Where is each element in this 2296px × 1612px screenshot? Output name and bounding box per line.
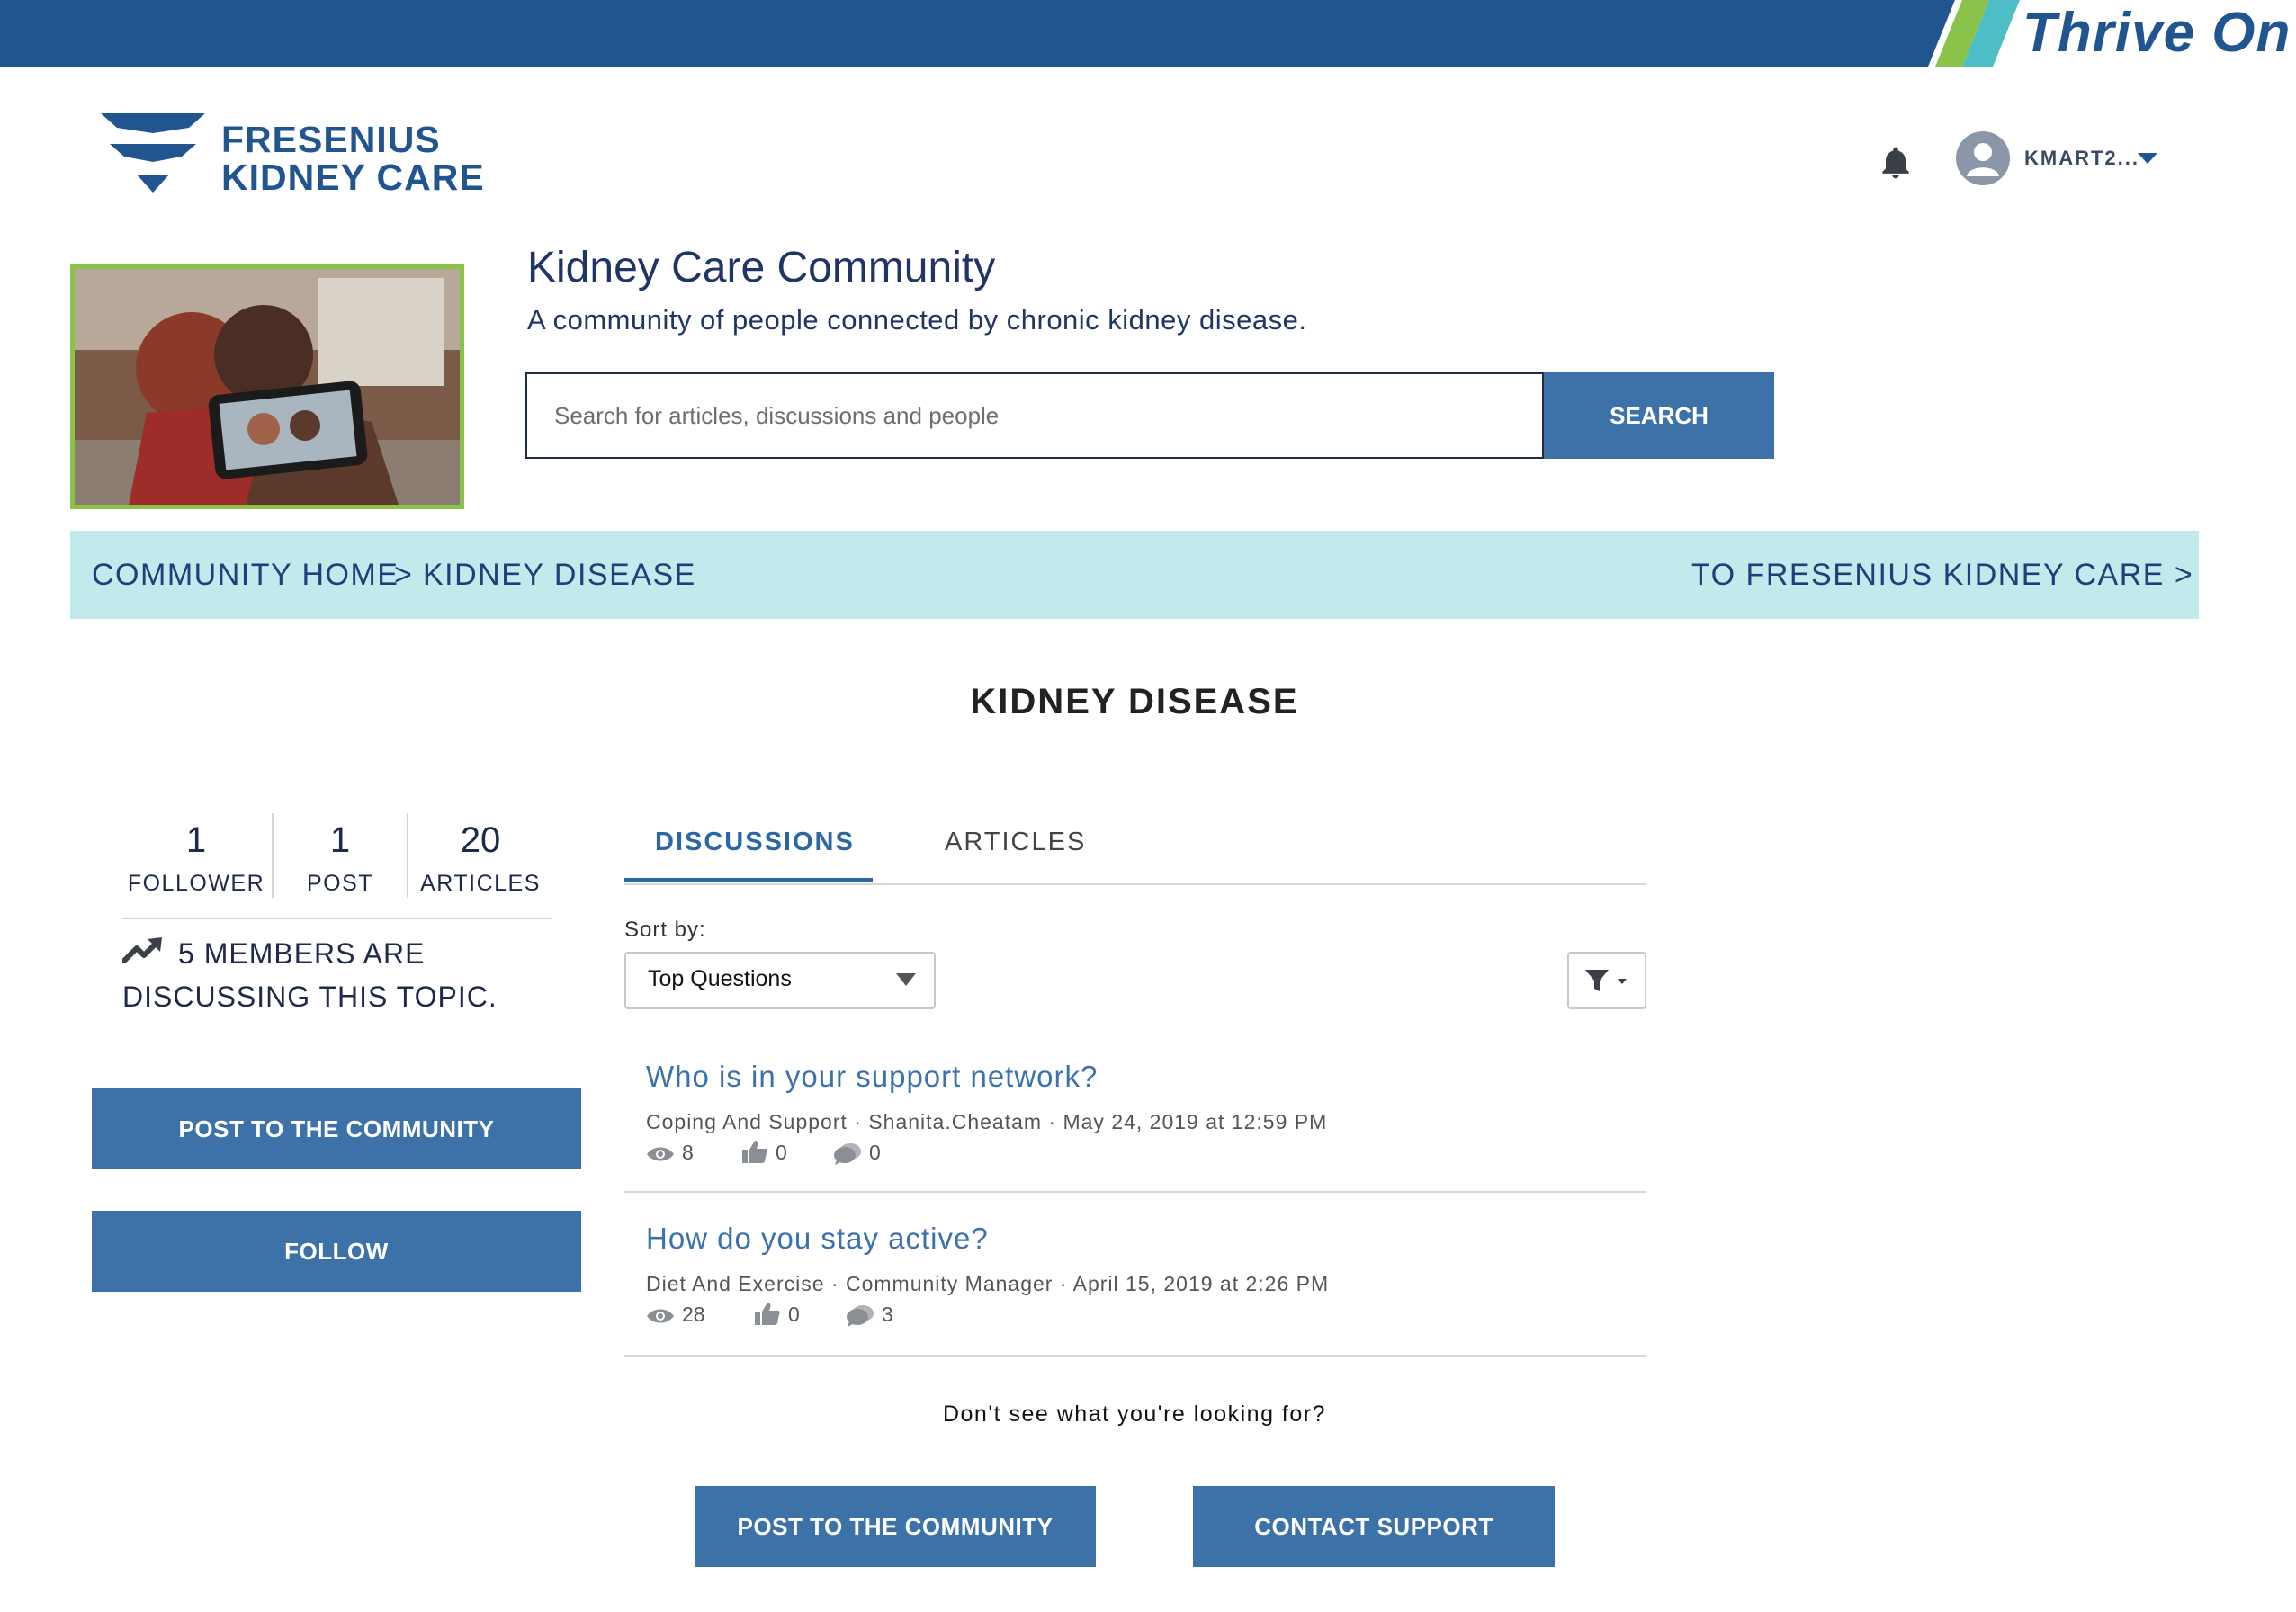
post-label: POST <box>306 871 374 896</box>
post-count: 1 <box>329 820 351 860</box>
page-title: Kidney Care Community <box>527 244 996 291</box>
articles-count: 20 <box>460 820 501 860</box>
stats-divider <box>122 918 552 919</box>
filter-chevron-down-icon <box>1618 979 1627 984</box>
replies-speech-bubble-icon <box>833 1142 862 1170</box>
active-tab-indicator <box>624 878 873 882</box>
thrive-on-tagline: Thrive On <box>2022 2 2292 64</box>
tabs-divider <box>624 883 1646 885</box>
notifications-bell-icon[interactable] <box>1876 142 1915 186</box>
stat-divider <box>407 813 408 898</box>
fresenius-logo-icon[interactable] <box>97 110 209 201</box>
username-label[interactable]: KMART2... <box>2024 147 2139 170</box>
views-eye-icon <box>646 1306 675 1330</box>
likes-count: 0 <box>788 1303 800 1326</box>
discussion-meta: Diet And Exercise · Community Manager · … <box>646 1272 1330 1295</box>
page-subtitle: A community of people connected by chron… <box>527 304 1307 336</box>
tab-discussions[interactable]: DISCUSSIONS <box>655 828 855 857</box>
breadcrumb-home-link[interactable]: COMMUNITY HOME <box>92 531 399 619</box>
help-prompt-text: Don't see what you're looking for? <box>942 1402 1327 1427</box>
discussion-divider <box>624 1191 1646 1193</box>
articles-label: ARTICLES <box>420 871 541 896</box>
breadcrumb-separator: > <box>394 558 414 592</box>
post-to-community-button[interactable]: POST TO THE COMMUNITY <box>92 1088 581 1169</box>
post-to-community-button-bottom[interactable]: POST TO THE COMMUNITY <box>695 1486 1096 1567</box>
replies-count: 0 <box>869 1141 881 1164</box>
sort-selected-value[interactable]: Top Questions <box>648 966 792 992</box>
user-menu-chevron-down-icon[interactable] <box>2138 153 2157 164</box>
user-avatar-icon[interactable] <box>1956 131 2010 185</box>
sort-by-label: Sort by: <box>624 918 706 942</box>
fresenius-kidney-care-link[interactable]: TO FRESENIUS KIDNEY CARE > <box>1691 531 2193 619</box>
views-count: 28 <box>682 1303 705 1326</box>
follow-button[interactable]: FOLLOW <box>92 1211 581 1292</box>
like-thumbs-up-icon[interactable] <box>754 1301 781 1330</box>
discussion-title-link[interactable]: Who is in your support network? <box>646 1060 1098 1094</box>
fresenius-logo-text[interactable]: FRESENIUS KIDNEY CARE <box>221 121 485 196</box>
search-input[interactable] <box>525 372 1544 459</box>
community-hero-photo <box>70 264 464 509</box>
logo-line-1: FRESENIUS <box>221 119 441 160</box>
discussion-meta: Coping And Support · Shanita.Cheatam · M… <box>646 1110 1328 1133</box>
logo-line-2: KIDNEY CARE <box>221 157 485 198</box>
views-count: 8 <box>682 1141 694 1164</box>
sort-chevron-down-icon[interactable] <box>896 973 916 986</box>
like-thumbs-up-icon[interactable] <box>741 1139 768 1169</box>
filter-icon <box>1585 970 1609 991</box>
discussion-divider <box>624 1355 1646 1357</box>
topic-title: KIDNEY DISEASE <box>970 682 1299 721</box>
search-button[interactable]: SEARCH <box>1544 372 1774 459</box>
follower-label: FOLLOWER <box>127 871 265 896</box>
discussion-title-link[interactable]: How do you stay active? <box>646 1222 989 1256</box>
likes-count: 0 <box>776 1141 787 1164</box>
tab-articles[interactable]: ARTICLES <box>945 828 1086 857</box>
filter-button[interactable] <box>1567 952 1646 1009</box>
contact-support-button[interactable]: CONTACT SUPPORT <box>1193 1486 1555 1567</box>
follower-count: 1 <box>185 820 207 860</box>
stat-divider <box>272 813 274 898</box>
breadcrumb-current: KIDNEY DISEASE <box>423 558 696 592</box>
views-eye-icon <box>646 1144 675 1169</box>
replies-count: 3 <box>882 1303 893 1326</box>
members-discussing-text: 5 MEMBERS ARE DISCUSSING THIS TOPIC. <box>122 937 498 1013</box>
replies-speech-bubble-icon <box>846 1304 874 1332</box>
